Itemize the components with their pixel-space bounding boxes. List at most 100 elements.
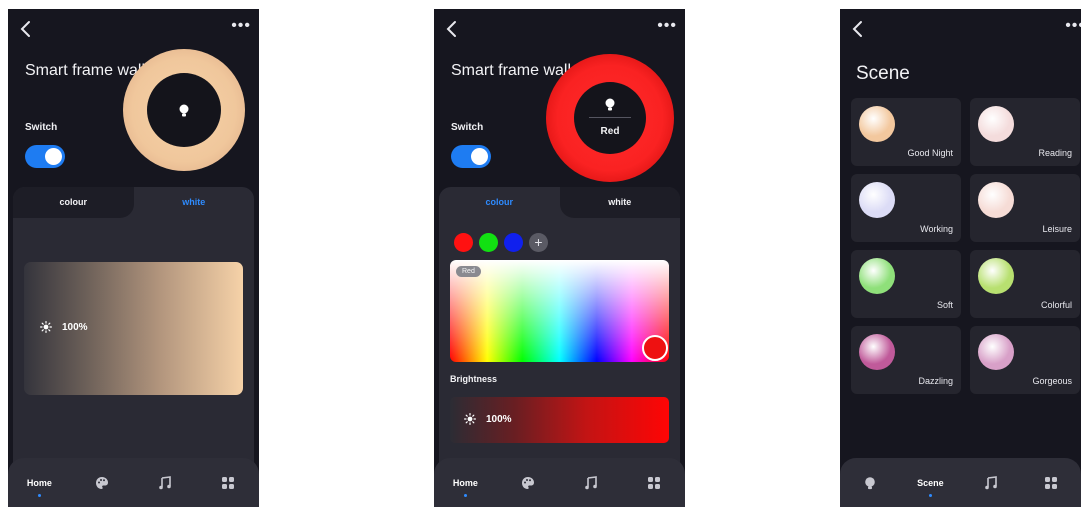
scene-thumbnail bbox=[978, 258, 1014, 294]
top-bar: ••• bbox=[840, 9, 1081, 49]
mode-tabs: colour white bbox=[13, 187, 254, 218]
switch-knob bbox=[45, 148, 62, 165]
color-picker[interactable]: Red bbox=[450, 260, 669, 362]
nav-home[interactable] bbox=[840, 458, 900, 507]
device-title: Smart frame wall. bbox=[25, 62, 150, 79]
grid-icon bbox=[221, 476, 234, 489]
nav-active-dot bbox=[37, 494, 41, 497]
device-title: Smart frame wall. bbox=[451, 62, 576, 79]
nav-more[interactable] bbox=[196, 458, 259, 507]
scene-name: Good Night bbox=[907, 148, 953, 158]
scene-card[interactable]: Reading bbox=[970, 98, 1080, 166]
scene-name: Dazzling bbox=[918, 376, 953, 386]
nav-home[interactable]: Home bbox=[434, 458, 497, 507]
nav-home-label: Home bbox=[452, 477, 478, 488]
nav-music[interactable] bbox=[134, 458, 197, 507]
more-icon[interactable]: ••• bbox=[657, 17, 677, 35]
bottom-nav: Scene bbox=[840, 458, 1081, 507]
scene-thumbnail bbox=[978, 182, 1014, 218]
scene-thumbnail bbox=[859, 106, 895, 142]
bulb-icon bbox=[865, 476, 875, 489]
switch-label: Switch bbox=[25, 122, 58, 133]
more-icon[interactable]: ••• bbox=[1065, 17, 1081, 35]
nav-active-dot bbox=[928, 494, 932, 497]
nav-palette[interactable] bbox=[71, 458, 134, 507]
nav-active-dot bbox=[463, 494, 467, 497]
screen-scenes: ••• Scene Good Night Reading Working Lei… bbox=[840, 9, 1081, 507]
ring-divider bbox=[589, 117, 631, 118]
scene-thumbnail bbox=[978, 334, 1014, 370]
preset-color-green[interactable] bbox=[479, 233, 498, 252]
palette-icon bbox=[522, 476, 535, 489]
nav-scene[interactable]: Scene bbox=[900, 458, 960, 507]
tab-colour[interactable]: colour bbox=[439, 187, 560, 218]
grid-icon bbox=[647, 476, 660, 489]
tab-white[interactable]: white bbox=[559, 187, 680, 218]
scene-card[interactable]: Gorgeous bbox=[970, 326, 1080, 394]
scene-thumbnail bbox=[859, 182, 895, 218]
nav-home[interactable]: Home bbox=[8, 458, 71, 507]
power-switch[interactable] bbox=[25, 145, 65, 168]
sun-icon bbox=[464, 413, 476, 425]
music-icon bbox=[159, 475, 171, 489]
power-switch[interactable] bbox=[451, 145, 491, 168]
brightness-readout: 100% bbox=[464, 413, 512, 425]
lamp-center bbox=[147, 73, 221, 147]
scene-name: Leisure bbox=[1042, 224, 1072, 234]
nav-more[interactable] bbox=[622, 458, 685, 507]
top-bar: ••• bbox=[434, 9, 685, 49]
nav-scene-label: Scene bbox=[917, 477, 944, 488]
scene-card[interactable]: Colorful bbox=[970, 250, 1080, 318]
nav-more[interactable] bbox=[1021, 458, 1081, 507]
scene-name: Working bbox=[920, 224, 953, 234]
scene-thumbnail bbox=[978, 106, 1014, 142]
brightness-value: 100% bbox=[486, 413, 512, 425]
white-temperature-slider[interactable]: 100% bbox=[24, 262, 243, 395]
bottom-nav: Home bbox=[434, 458, 685, 507]
brightness-slider[interactable]: 100% bbox=[450, 397, 669, 443]
picker-handle[interactable] bbox=[642, 335, 668, 361]
current-color-name: Red bbox=[600, 126, 620, 137]
music-icon bbox=[984, 475, 997, 489]
switch-label: Switch bbox=[451, 122, 484, 133]
bulb-icon bbox=[605, 98, 615, 111]
palette-icon bbox=[96, 476, 109, 489]
nav-music[interactable] bbox=[961, 458, 1021, 507]
screen-colour-mode: ••• Smart frame wall. Red Switch colour … bbox=[434, 9, 685, 507]
nav-home-label: Home bbox=[26, 477, 52, 488]
scene-card[interactable]: Soft bbox=[851, 250, 961, 318]
top-bar: ••• bbox=[8, 9, 259, 49]
lamp-center: Red bbox=[574, 82, 646, 154]
grid-icon bbox=[1044, 476, 1057, 489]
page-title: Scene bbox=[856, 63, 910, 84]
music-icon bbox=[585, 475, 597, 489]
preset-color-blue[interactable] bbox=[504, 233, 523, 252]
bottom-nav: Home bbox=[8, 458, 259, 507]
scene-name: Soft bbox=[936, 300, 953, 310]
mode-tabs: colour white bbox=[439, 187, 680, 218]
back-icon[interactable] bbox=[16, 18, 36, 40]
scene-name: Reading bbox=[1038, 148, 1072, 158]
plus-icon: + bbox=[534, 234, 543, 250]
more-icon[interactable]: ••• bbox=[231, 17, 251, 35]
brightness-value: 100% bbox=[62, 321, 88, 333]
lamp-ring[interactable] bbox=[123, 49, 245, 171]
preset-color-red[interactable] bbox=[454, 233, 473, 252]
scene-name: Colorful bbox=[1040, 300, 1072, 310]
scene-card[interactable]: Good Night bbox=[851, 98, 961, 166]
nav-music[interactable] bbox=[560, 458, 623, 507]
back-icon[interactable] bbox=[442, 18, 462, 40]
brightness-readout: 100% bbox=[40, 321, 88, 333]
scene-card[interactable]: Leisure bbox=[970, 174, 1080, 242]
scene-thumbnail bbox=[859, 258, 895, 294]
scene-card[interactable]: Working bbox=[851, 174, 961, 242]
add-color-button[interactable]: + bbox=[529, 233, 548, 252]
tab-white[interactable]: white bbox=[134, 187, 255, 218]
nav-palette[interactable] bbox=[497, 458, 560, 507]
back-icon[interactable] bbox=[848, 18, 868, 40]
tab-colour[interactable]: colour bbox=[13, 187, 134, 218]
scene-name: Gorgeous bbox=[1032, 376, 1072, 386]
scene-card[interactable]: Dazzling bbox=[851, 326, 961, 394]
lamp-ring[interactable]: Red bbox=[546, 54, 674, 182]
switch-knob bbox=[471, 148, 488, 165]
